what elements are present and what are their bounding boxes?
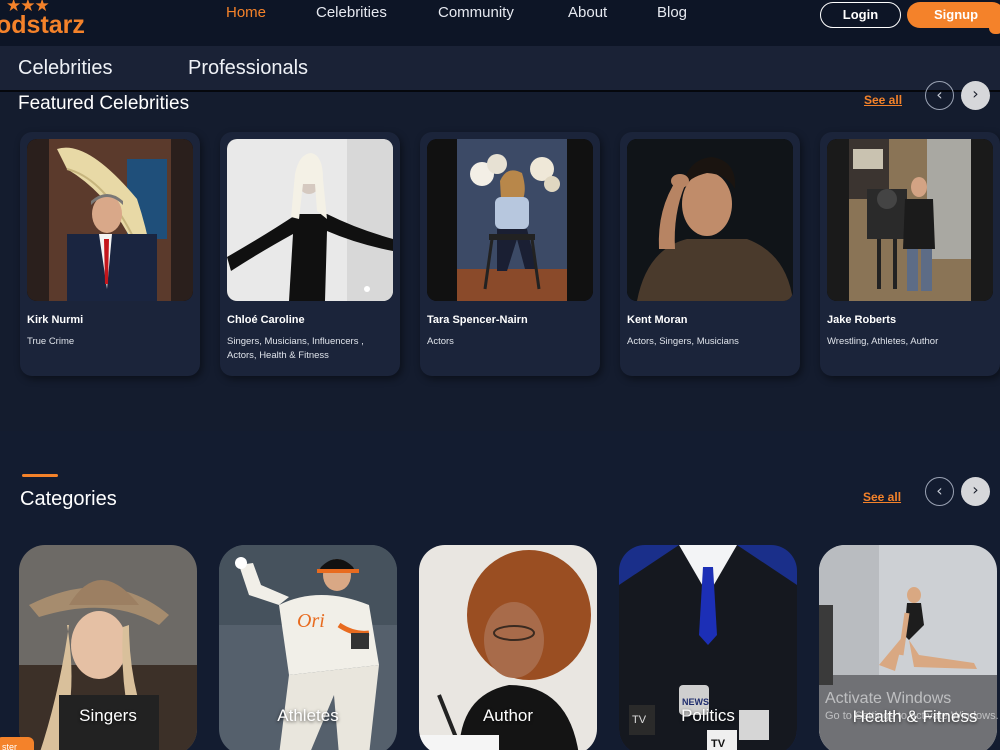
celebrity-photo [27,139,193,301]
floating-side-tab[interactable]: ster [0,737,34,750]
celebrity-categories: Singers, Musicians, Influencers , Actors… [227,336,364,361]
featured-title: Featured Celebrities [18,93,190,114]
celebrity-photo [427,139,593,301]
watermark-subtitle: Go to Settings to activate Windows. [825,710,999,722]
celebrity-card[interactable]: Chloé Caroline Singers, Musicians, Influ… [220,132,400,376]
featured-next-arrow-icon[interactable]: › [961,81,990,110]
categories-see-all-link[interactable]: See all [863,490,901,504]
category-label: Singers [79,706,137,725]
watermark-title: Activate Windows [825,690,952,707]
category-label: Athletes [277,706,339,725]
category-label: Author [482,706,534,725]
categories-next-arrow-icon[interactable]: › [961,477,990,506]
category-card-politics[interactable]: NEWS TV TV Politics [619,545,797,750]
nav-home[interactable]: Home [226,4,266,21]
svg-text:Ori: Ori [297,610,325,632]
celebrity-photo [627,139,793,301]
celebrity-name: Jake Roberts [827,314,897,326]
celebrity-name: Kirk Nurmi [27,314,84,326]
celebrity-photo [227,139,393,301]
signup-tab-edge [989,18,1000,34]
category-label: Politics [681,706,735,725]
celebrity-categories: Wrestling, Athletes, Author [827,336,939,347]
categories-title: Categories [20,488,117,510]
featured-celebrities-section: Featured Celebrities See all ‹ › Kirk Nu… [0,81,1000,431]
signup-button[interactable]: Signup [907,2,1000,28]
tab-celebrities[interactable]: Celebrities [18,57,112,80]
celebrity-name: Kent Moran [627,314,688,326]
nav-community[interactable]: Community [438,4,514,21]
celebrity-categories: Actors [427,336,454,347]
nav-blog[interactable]: Blog [657,4,687,21]
celebrity-categories: Actors, Singers, Musicians [627,336,739,347]
logo-wordmark: odstarz [0,11,85,39]
celebrity-card[interactable]: Kent Moran Actors, Singers, Musicians [620,132,800,376]
categories-prev-arrow-icon[interactable]: ‹ [925,477,954,506]
login-button[interactable]: Login [820,2,901,28]
tab-professionals[interactable]: Professionals [188,57,308,80]
celebrity-card[interactable]: Jake Roberts Wrestling, Athletes, Author [820,132,1000,376]
nav-celebrities[interactable]: Celebrities [316,4,387,21]
celebrity-name: Chloé Caroline [227,314,305,326]
celebrity-card[interactable]: Tara Spencer-Nairn Actors [420,132,600,376]
category-card-athletes[interactable]: Ori Athletes [219,545,397,750]
windows-activation-watermark: Activate Windows Go to Settings to activ… [825,690,999,722]
categories-accent-bar [22,474,58,477]
featured-see-all-link[interactable]: See all [864,93,902,107]
category-card-author[interactable]: Author [419,545,597,750]
celebrity-name: Tara Spencer-Nairn [427,314,528,326]
svg-text:TV: TV [711,738,726,750]
category-card-singers[interactable]: Singers [19,545,197,750]
celebrity-photo [827,139,993,301]
nav-about[interactable]: About [568,4,607,21]
celebrity-card[interactable]: Kirk Nurmi True Crime [20,132,200,376]
subtabs-bar: Celebrities Professionals [0,46,1000,92]
top-navbar: ★★★ odstarz Home Celebrities Community A… [0,0,1000,46]
featured-prev-arrow-icon[interactable]: ‹ [925,81,954,110]
celebrity-categories: True Crime [27,336,75,347]
